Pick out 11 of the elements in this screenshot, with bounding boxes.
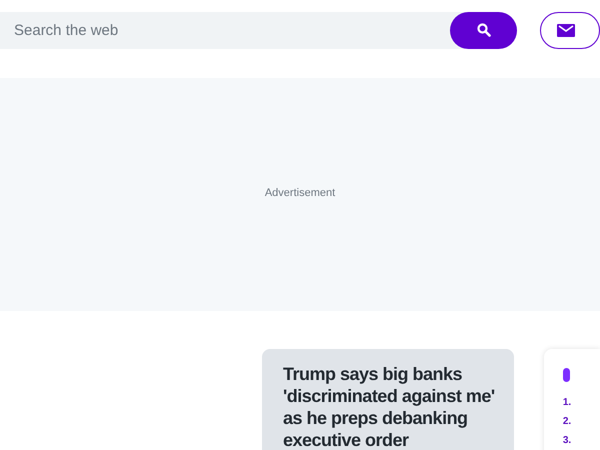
mail-button[interactable]: [540, 12, 600, 48]
rank-number: 1.: [562, 396, 572, 409]
rank-number: 2.: [562, 415, 572, 428]
search-field[interactable]: Search the web: [0, 12, 450, 48]
search-icon: [476, 23, 490, 37]
search-button[interactable]: [450, 12, 517, 48]
ad-label: Advertisement: [264, 186, 336, 202]
rank-number: 3.: [562, 434, 572, 447]
headline-title[interactable]: Trump says big banks 'discriminated against me' as he preps debanking executive order: [283, 363, 508, 450]
mail-icon: [557, 24, 575, 36]
accent-bar: [562, 368, 570, 382]
